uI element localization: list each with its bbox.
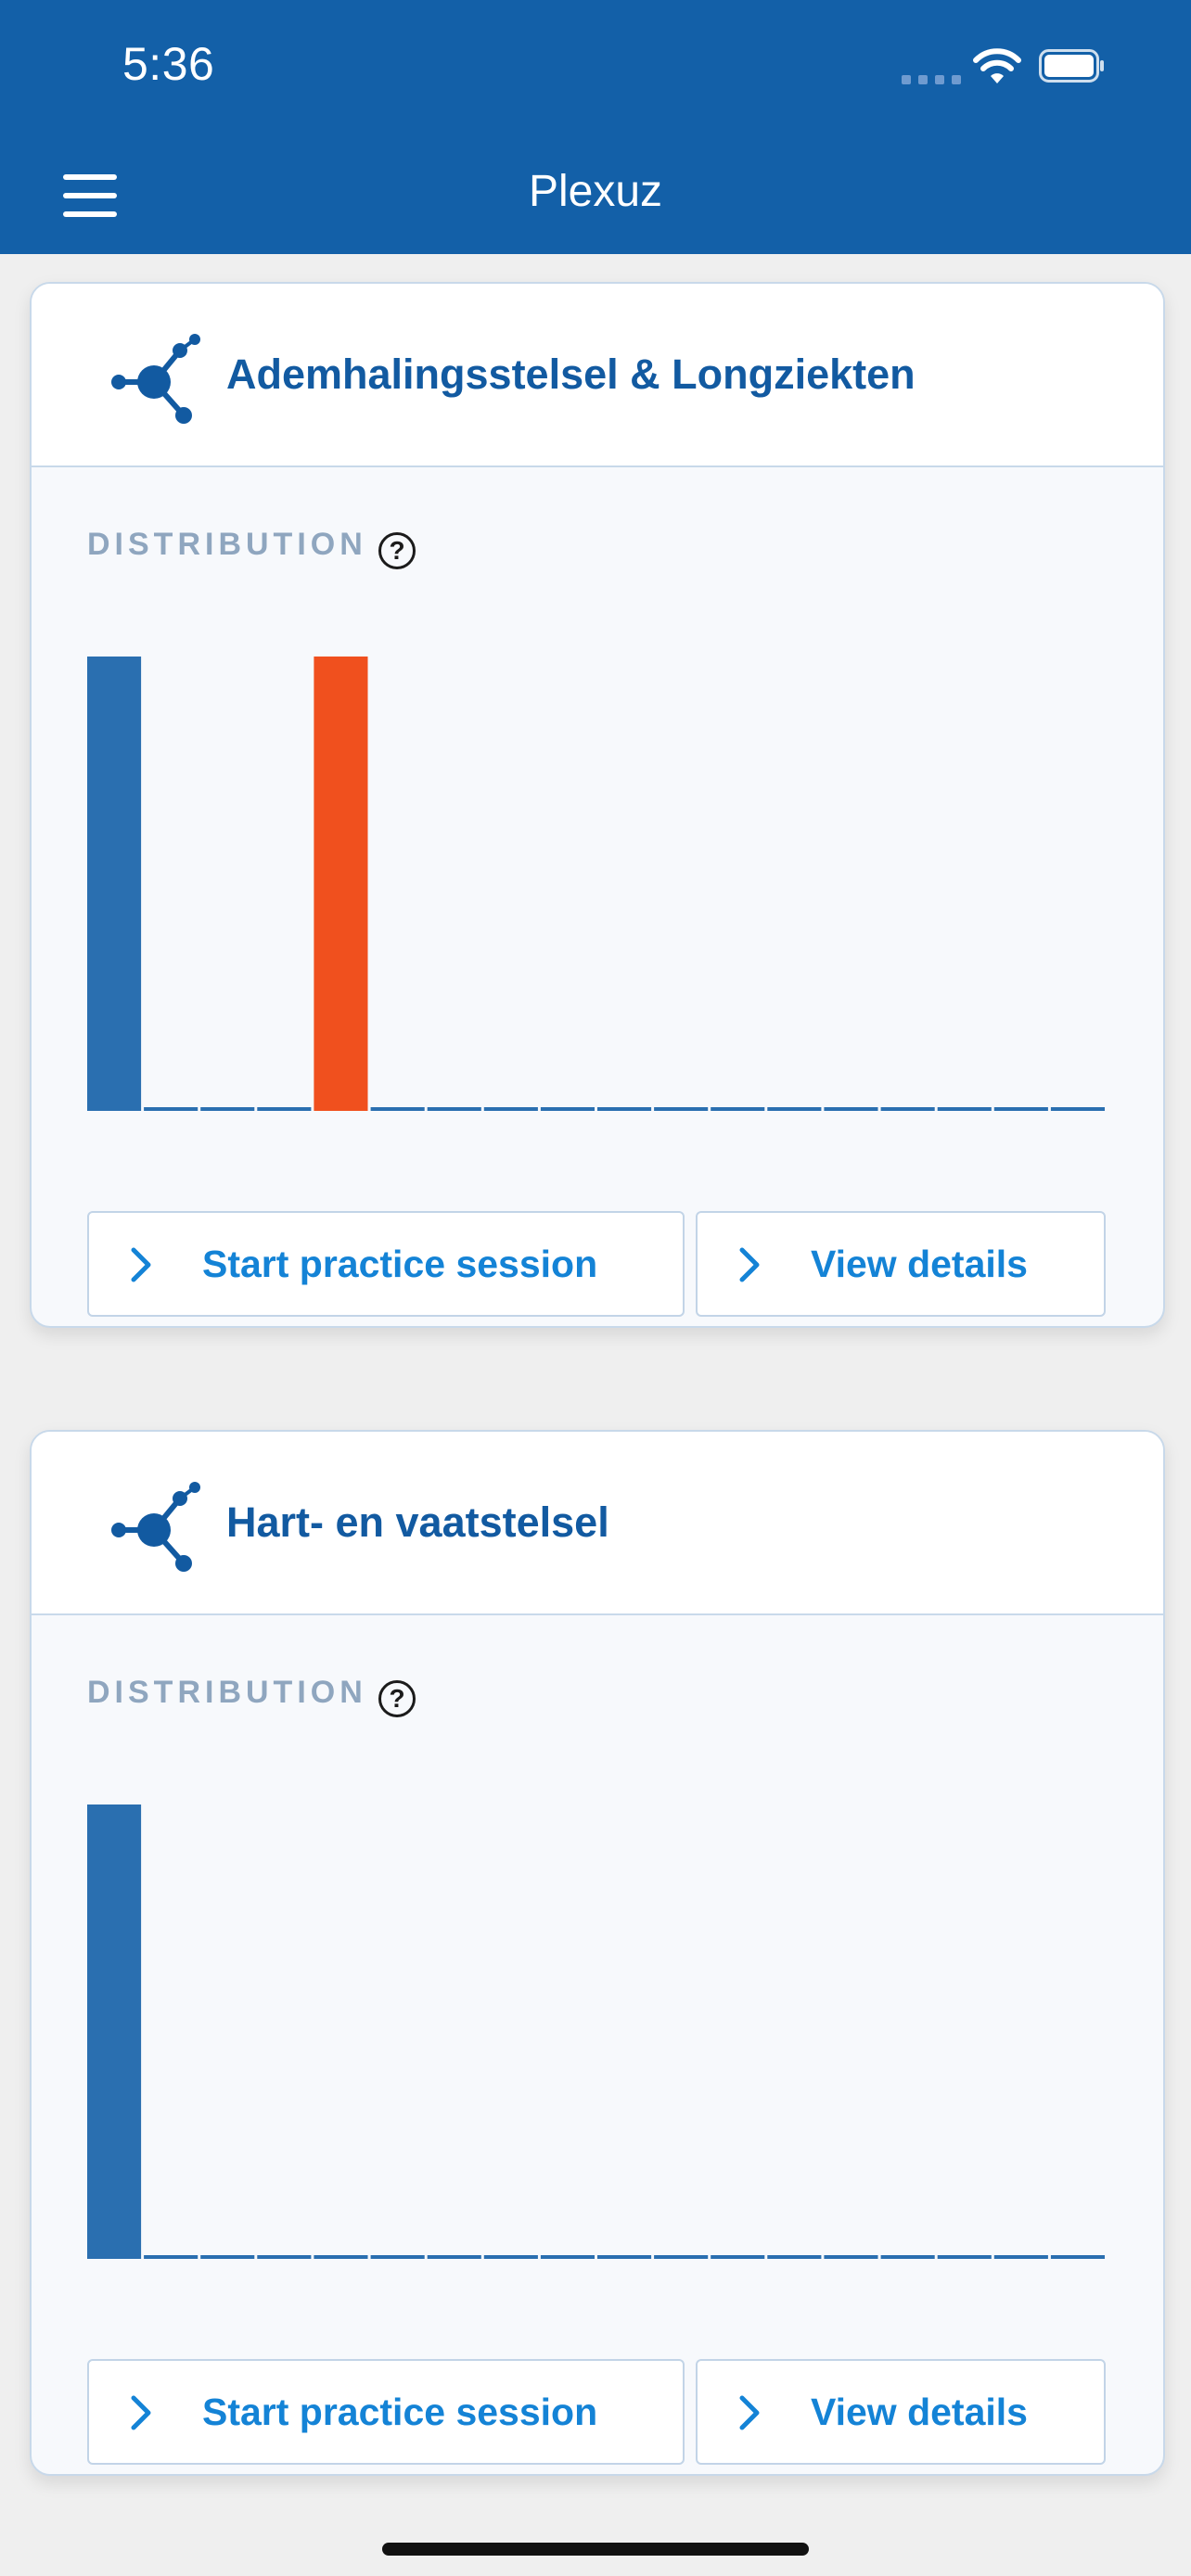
chevron-right-icon bbox=[131, 2395, 151, 2430]
distribution-chart bbox=[87, 657, 1105, 1111]
wifi-icon bbox=[973, 48, 1021, 83]
distribution-bar bbox=[200, 1107, 255, 1111]
distribution-bar bbox=[257, 1107, 312, 1111]
distribution-label: DISTRIBUTION bbox=[87, 1675, 367, 1710]
distribution-bar bbox=[427, 1107, 481, 1111]
distribution-bar bbox=[654, 2255, 709, 2259]
start-practice-label: Start practice session bbox=[202, 2391, 598, 2433]
distribution-chart bbox=[87, 1804, 1105, 2259]
app-title: Plexuz bbox=[528, 167, 663, 216]
chevron-right-icon bbox=[739, 1247, 760, 1282]
card-title: Ademhalingsstelsel & Longziekten bbox=[226, 351, 916, 398]
distribution-bar bbox=[144, 2255, 198, 2259]
start-practice-button[interactable]: Start practice session bbox=[87, 2359, 685, 2465]
home-indicator bbox=[382, 2543, 809, 2556]
distribution-bar bbox=[597, 2255, 652, 2259]
topic-card: Ademhalingsstelsel & Longziekten DISTRIB… bbox=[30, 282, 1165, 1328]
distribution-bar bbox=[711, 1107, 765, 1111]
battery-icon bbox=[1039, 49, 1104, 83]
distribution-bar bbox=[993, 1107, 1048, 1111]
start-practice-button[interactable]: Start practice session bbox=[87, 1211, 685, 1317]
hamburger-icon[interactable] bbox=[61, 172, 119, 219]
distribution-bar bbox=[483, 2255, 538, 2259]
signal-icon bbox=[902, 72, 968, 89]
distribution-bar bbox=[144, 1107, 198, 1111]
distribution-bar bbox=[257, 2255, 312, 2259]
distribution-bar bbox=[654, 1107, 709, 1111]
view-details-label: View details bbox=[811, 1243, 1028, 1285]
distribution-bar bbox=[483, 1107, 538, 1111]
distribution-bar bbox=[87, 657, 142, 1111]
card-title: Hart- en vaatstelsel bbox=[226, 1498, 609, 1546]
distribution-bar bbox=[824, 1107, 878, 1111]
distribution-bar bbox=[370, 2255, 425, 2259]
card-header[interactable]: Ademhalingsstelsel & Longziekten bbox=[32, 284, 1163, 467]
help-icon[interactable]: ? bbox=[378, 1680, 416, 1717]
distribution-bar bbox=[767, 1107, 822, 1111]
distribution-bar bbox=[540, 1107, 595, 1111]
distribution-bar bbox=[540, 2255, 595, 2259]
distribution-label: DISTRIBUTION bbox=[87, 527, 367, 562]
distribution-bar bbox=[370, 1107, 425, 1111]
distribution-bar bbox=[314, 657, 368, 1111]
distribution-bar bbox=[711, 2255, 765, 2259]
view-details-label: View details bbox=[811, 2391, 1028, 2433]
chevron-right-icon bbox=[739, 2395, 760, 2430]
distribution-bar bbox=[767, 2255, 822, 2259]
help-icon[interactable]: ? bbox=[378, 532, 416, 569]
distribution-bar bbox=[880, 1107, 935, 1111]
molecule-icon bbox=[111, 334, 200, 424]
distribution-bar bbox=[1050, 1107, 1105, 1111]
card-header[interactable]: Hart- en vaatstelsel bbox=[32, 1432, 1163, 1615]
chevron-right-icon bbox=[131, 1247, 151, 1282]
distribution-bar bbox=[314, 2255, 368, 2259]
distribution-bar bbox=[597, 1107, 652, 1111]
distribution-bar bbox=[200, 2255, 255, 2259]
distribution-bar bbox=[937, 2255, 992, 2259]
distribution-bar bbox=[880, 2255, 935, 2259]
distribution-bar bbox=[824, 2255, 878, 2259]
status-bar: 5:36 bbox=[0, 0, 1191, 137]
distribution-bar bbox=[87, 1804, 142, 2259]
distribution-bar bbox=[1050, 2255, 1105, 2259]
distribution-bar bbox=[993, 2255, 1048, 2259]
view-details-button[interactable]: View details bbox=[696, 1211, 1106, 1317]
view-details-button[interactable]: View details bbox=[696, 2359, 1106, 2465]
distribution-bar bbox=[427, 2255, 481, 2259]
status-time: 5:36 bbox=[122, 38, 215, 90]
molecule-icon bbox=[111, 1482, 200, 1572]
distribution-bar bbox=[937, 1107, 992, 1111]
start-practice-label: Start practice session bbox=[202, 1243, 598, 1285]
topic-card: Hart- en vaatstelsel DISTRIBUTION ? Star… bbox=[30, 1430, 1165, 2476]
app-bar: Plexuz bbox=[0, 137, 1191, 254]
